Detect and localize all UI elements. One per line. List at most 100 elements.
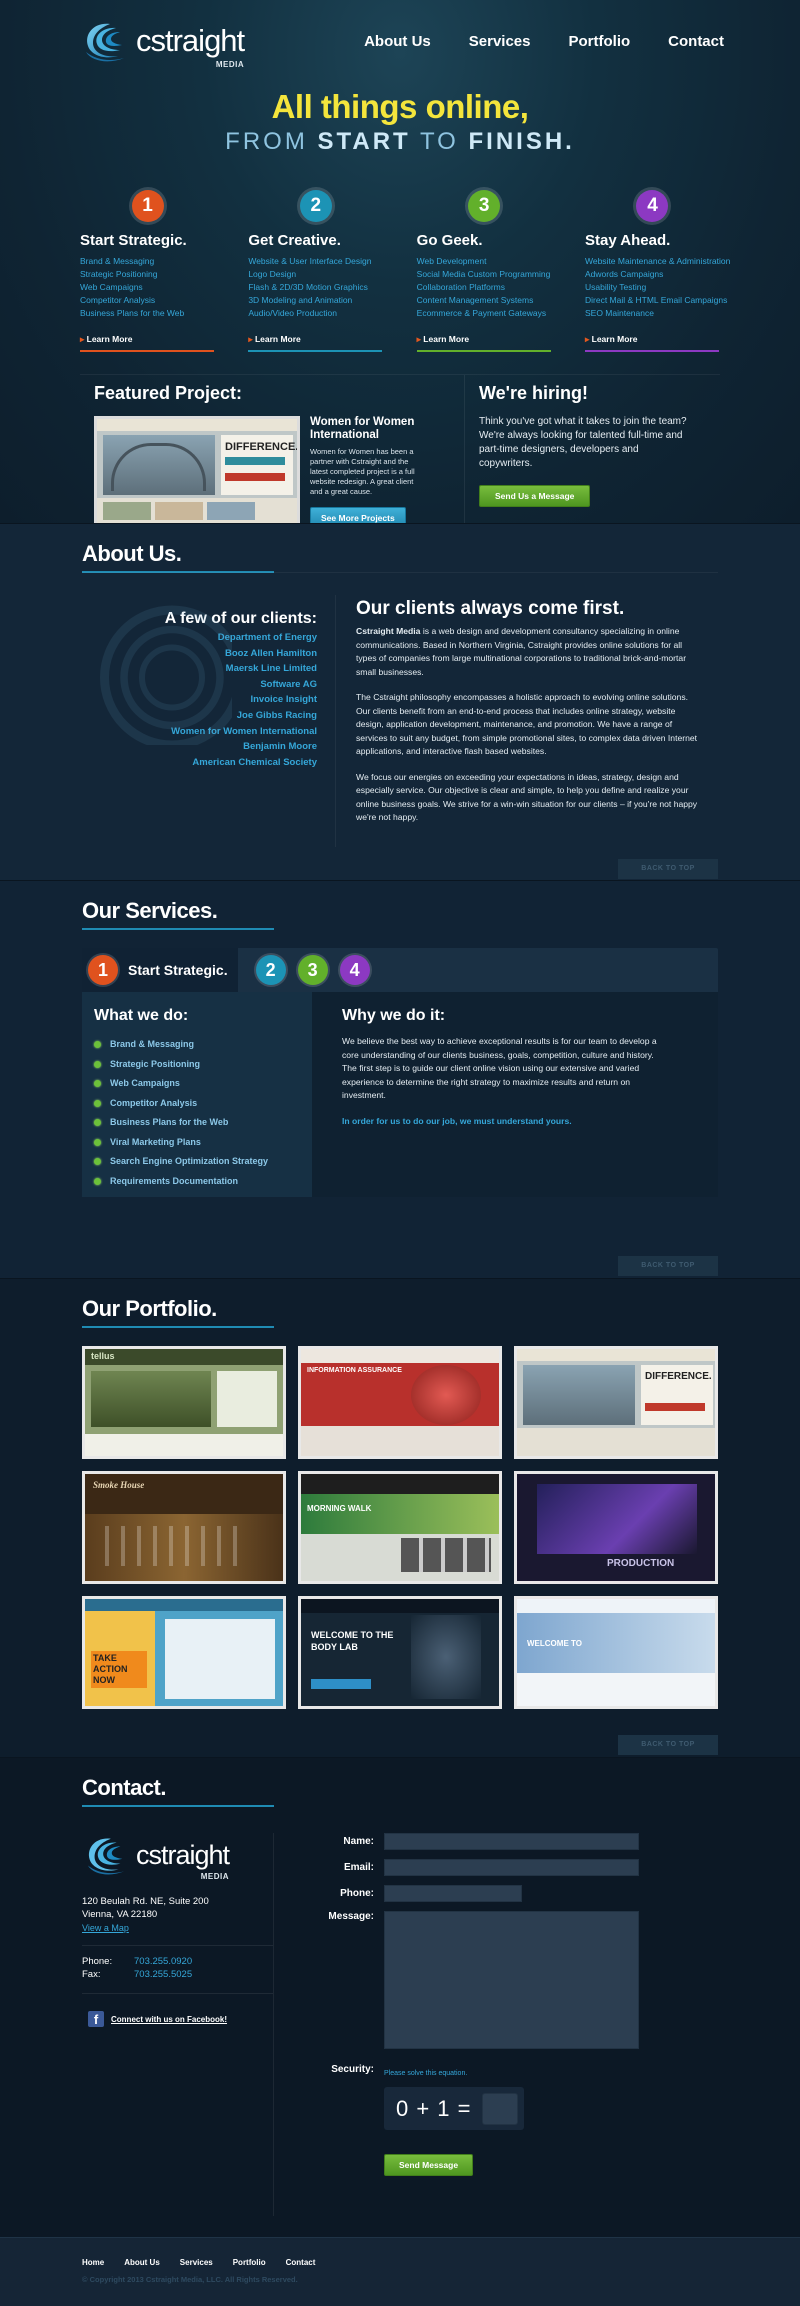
security-label: Security: xyxy=(331,2064,374,2075)
footer: Home About Us Services Portfolio Contact… xyxy=(0,2237,800,2306)
step-title: Start Strategic. xyxy=(80,232,187,249)
step-item[interactable]: 3D Modeling and Animation xyxy=(248,294,383,307)
step-item[interactable]: Ecommerce & Payment Gateways xyxy=(417,307,552,320)
step-item[interactable]: Collaboration Platforms xyxy=(417,281,552,294)
nav-about[interactable]: About Us xyxy=(364,33,431,50)
step-item[interactable]: Content Management Systems xyxy=(417,294,552,307)
footer-link-about[interactable]: About Us xyxy=(124,2258,160,2267)
phone-field[interactable] xyxy=(384,1885,522,1902)
portfolio-item[interactable]: WELCOME TO THE BODY LAB xyxy=(298,1596,502,1709)
step-item[interactable]: Brand & Messaging xyxy=(80,255,215,268)
hero-section: cstraight MEDIA About Us Services Portfol… xyxy=(0,0,800,545)
step-item[interactable]: Website & User Interface Design xyxy=(248,255,383,268)
tab-stay-ahead[interactable]: 4 xyxy=(339,955,370,985)
step-number: 3 xyxy=(468,190,501,222)
step-item[interactable]: Flash & 2D/3D Motion Graphics xyxy=(248,281,383,294)
featured-name: Women for Women International xyxy=(310,416,415,441)
header: cstraight MEDIA About Us Services Portfol… xyxy=(80,0,724,80)
step-item[interactable]: Competitor Analysis xyxy=(80,294,215,307)
logo[interactable]: cstraight MEDIA xyxy=(80,18,245,69)
logo-text: cstraight xyxy=(136,1839,230,1870)
portfolio-item[interactable]: DIFFERENCE. xyxy=(514,1346,718,1459)
tab-number: 1 xyxy=(88,955,118,985)
bullet-icon xyxy=(94,1041,101,1049)
step-item[interactable]: Business Plans for the Web xyxy=(80,307,215,320)
portfolio-item[interactable]: tellus xyxy=(82,1346,286,1459)
phone-label: Phone: xyxy=(340,1888,374,1899)
learn-more-link[interactable]: Learn More xyxy=(248,334,383,345)
step-item[interactable]: Usability Testing xyxy=(585,281,720,294)
featured-description: Women for Women has been a partner with … xyxy=(310,447,415,496)
tab-start-strategic[interactable]: 1 Start Strategic. xyxy=(82,948,238,992)
security-note: Please solve this equation. xyxy=(384,2070,468,2077)
captcha-answer-field[interactable] xyxy=(481,2092,518,2125)
clients-list: A few of our clients: Department of Ener… xyxy=(82,595,336,847)
back-to-top-link[interactable]: BACK TO TOP xyxy=(618,859,718,879)
send-message-submit[interactable]: Send Message xyxy=(384,2154,474,2176)
fax-row: Fax: 703.255.5025 xyxy=(82,1969,193,1980)
featured-heading: Featured Project: xyxy=(94,383,243,403)
contact-info: cstraight MEDIA 120 Beulah Rd. NE, Suite … xyxy=(82,1833,274,2216)
address: 120 Beulah Rd. NE, Suite 200 Vienna, VA … xyxy=(82,1896,209,1920)
nav-contact[interactable]: Contact xyxy=(668,33,724,50)
about-paragraph-3: We focus our energies on exceeding your … xyxy=(356,771,698,823)
about-section: About Us. A few of our clients: Departme… xyxy=(0,523,800,880)
services-tabs: 1 Start Strategic. 2 3 4 xyxy=(82,948,718,992)
tab-get-creative[interactable]: 2 xyxy=(255,955,286,985)
step-item[interactable]: Web Campaigns xyxy=(80,281,215,294)
footer-link-portfolio[interactable]: Portfolio xyxy=(233,2258,266,2267)
logo-swirl-icon xyxy=(87,1838,125,1875)
contact-form: Name: Email: Phone: Message: Security: P… xyxy=(274,1833,718,2216)
step-title: Stay Ahead. xyxy=(584,232,671,249)
learn-more-link[interactable]: Learn More xyxy=(80,334,215,345)
send-message-button[interactable]: Send Us a Message xyxy=(479,485,591,507)
footer-link-services[interactable]: Services xyxy=(180,2258,213,2267)
step-item[interactable]: Direct Mail & HTML Email Campaigns xyxy=(585,294,727,307)
portfolio-item[interactable]: INFORMATION ASSURANCE xyxy=(298,1346,502,1459)
step-item[interactable]: Strategic Positioning xyxy=(80,268,215,281)
step-item[interactable]: Audio/Video Production xyxy=(248,307,383,320)
phone-row: Phone: 703.255.0920 xyxy=(82,1955,193,1968)
step-2: 2 Get Creative. Website & User Interface… xyxy=(248,190,383,352)
hiring-heading: We're hiring! xyxy=(479,383,588,403)
portfolio-item[interactable]: PRODUCTION xyxy=(514,1471,718,1584)
featured-thumbnail[interactable]: DIFFERENCE. xyxy=(94,416,300,529)
nav-portfolio[interactable]: Portfolio xyxy=(569,33,631,50)
step-item[interactable]: Logo Design xyxy=(248,268,383,281)
back-to-top-link[interactable]: BACK TO TOP xyxy=(618,1256,718,1276)
footer-link-home[interactable]: Home xyxy=(82,2258,104,2267)
portfolio-item[interactable]: MORNING WALK xyxy=(298,1471,502,1584)
facebook-connect[interactable]: f Connect with us on Facebook! xyxy=(88,2011,273,2027)
facebook-icon: f xyxy=(88,2011,104,2027)
portfolio-grid: tellus INFORMATION ASSURANCE DIFFERENCE. xyxy=(82,1346,718,1709)
view-map-link[interactable]: View a Map xyxy=(82,1923,273,1933)
bullet-icon xyxy=(94,1119,101,1127)
tab-go-geek[interactable]: 3 xyxy=(297,955,328,985)
email-field[interactable] xyxy=(384,1859,639,1876)
portfolio-section: Our Portfolio. tellus INFORMATION ASSURA… xyxy=(0,1278,800,1757)
learn-more-link[interactable]: Learn More xyxy=(585,334,720,345)
nav-services[interactable]: Services xyxy=(469,33,531,50)
portfolio-item[interactable]: WELCOME TO xyxy=(514,1596,718,1709)
learn-more-link[interactable]: Learn More xyxy=(417,334,552,345)
service-item: Search Engine Optimization Strategy xyxy=(94,1152,312,1172)
service-item: Brand & Messaging xyxy=(94,1035,312,1055)
step-item[interactable]: Website Maintenance & Administration xyxy=(585,255,730,268)
name-field[interactable] xyxy=(384,1833,639,1850)
step-item[interactable]: Web Development xyxy=(417,255,552,268)
bullet-icon xyxy=(94,1099,101,1107)
featured-project: Featured Project: DIFFERENCE. Women for … xyxy=(80,375,465,545)
back-to-top-link[interactable]: BACK TO TOP xyxy=(618,1735,718,1755)
main-nav: About Us Services Portfolio Contact xyxy=(364,33,724,50)
phone-number[interactable]: 703.255.0920 xyxy=(134,1955,192,1968)
step-item[interactable]: Social Media Custom Programming xyxy=(417,268,552,281)
message-label: Message: xyxy=(328,1911,374,1922)
step-item[interactable]: SEO Maintenance xyxy=(585,307,720,320)
facebook-link[interactable]: Connect with us on Facebook! xyxy=(111,2015,227,2024)
message-field[interactable] xyxy=(384,1911,639,2049)
step-item[interactable]: Adwords Campaigns xyxy=(585,268,720,281)
portfolio-item[interactable]: Smoke House xyxy=(82,1471,286,1584)
hero-panels: Featured Project: DIFFERENCE. Women for … xyxy=(80,374,720,545)
portfolio-item[interactable]: TAKE ACTION NOW xyxy=(82,1596,286,1709)
footer-link-contact[interactable]: Contact xyxy=(286,2258,316,2267)
